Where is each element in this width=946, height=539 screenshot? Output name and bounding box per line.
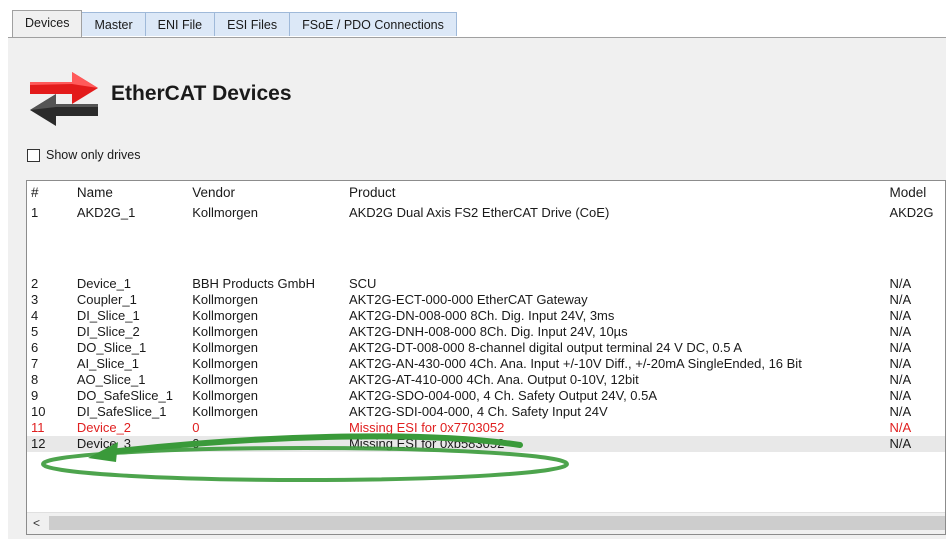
cell-model: N/A: [885, 436, 945, 452]
cell-number: 9: [31, 388, 39, 403]
cell-product: AKT2G-AN-430-000 4Ch. Ana. Input +/-10V …: [348, 356, 802, 371]
cell-product: Missing ESI for 0xb583052: [344, 436, 886, 452]
tab-master[interactable]: Master: [81, 12, 146, 36]
cell-number: 7: [31, 356, 39, 371]
cell-number: 11: [31, 420, 45, 435]
cell-product: AKT2G-AT-410-000 4Ch. Ana. Output 0-10V,…: [348, 372, 639, 387]
tab-esi-files[interactable]: ESI Files: [214, 12, 291, 36]
cell-model: AKD2G: [889, 204, 934, 220]
cell-vendor: 0: [192, 420, 200, 435]
cell-product: AKD2G Dual Axis FS2 EtherCAT Drive (CoE): [348, 204, 610, 220]
cell-product: AKT2G-DNH-008-000 8Ch. Dig. Input 24V, 1…: [348, 324, 628, 339]
horizontal-scrollbar[interactable]: <: [27, 512, 945, 534]
tab-eni-file[interactable]: ENI File: [144, 12, 216, 36]
cell-product: AKT2G-DN-008-000 8Ch. Dig. Input 24V, 3m…: [348, 308, 615, 323]
cell-vendor: Kollmorgen: [192, 372, 258, 387]
device-list: # Name Vendor Product Model 1 AKD2G_1 Ko…: [27, 181, 945, 452]
table-row[interactable]: 2 Device_1 BBH Products GmbH SCU N/A: [27, 276, 945, 292]
cell-model: N/A: [889, 388, 912, 403]
cell-number: 3: [31, 292, 39, 307]
cell-name: AI_Slice_1: [76, 356, 139, 371]
table-row[interactable]: 9 DO_SafeSlice_1 Kollmorgen AKT2G-SDO-00…: [27, 388, 945, 404]
cell-vendor: Kollmorgen: [192, 340, 258, 355]
cell-product: AKT2G-ECT-000-000 EtherCAT Gateway: [348, 292, 588, 307]
cell-vendor: Kollmorgen: [192, 204, 258, 220]
cell-number: 8: [31, 372, 39, 387]
ethercat-arrows-icon: [30, 72, 98, 126]
checkbox-label: Show only drives: [46, 148, 141, 162]
table-header-row: # Name Vendor Product Model: [27, 181, 945, 203]
cell-name: AKD2G_1: [76, 204, 136, 220]
cell-name: DI_Slice_2: [76, 324, 140, 339]
cell-name: Coupler_1: [76, 292, 137, 307]
column-header-product[interactable]: Product: [345, 181, 886, 203]
scroll-left-arrow-icon[interactable]: <: [33, 516, 40, 530]
cell-product: Missing ESI for 0x7703052: [348, 420, 505, 435]
cell-name: Device_1: [76, 276, 132, 291]
cell-name: AO_Slice_1: [76, 372, 146, 387]
page-title: EtherCAT Devices: [111, 82, 292, 105]
table-row[interactable]: 3 Coupler_1 Kollmorgen AKT2G-ECT-000-000…: [27, 292, 945, 308]
table-row[interactable]: 5 DI_Slice_2 Kollmorgen AKT2G-DNH-008-00…: [27, 324, 945, 340]
cell-model: N/A: [889, 292, 912, 307]
cell-number: 1: [31, 204, 39, 220]
devices-panel: EtherCAT Devices Show only drives # Name…: [8, 37, 946, 539]
cell-model: N/A: [889, 308, 912, 323]
cell-product: SCU: [348, 276, 377, 291]
cell-model: N/A: [889, 420, 912, 435]
cell-product: AKT2G-SDO-004-000, 4 Ch. Safety Output 2…: [348, 388, 658, 403]
show-only-drives-checkbox[interactable]: Show only drives: [27, 148, 141, 162]
table-row[interactable]: 8 AO_Slice_1 Kollmorgen AKT2G-AT-410-000…: [27, 372, 945, 388]
scroll-thumb[interactable]: [49, 516, 945, 530]
cell-name: Device_3: [72, 436, 189, 452]
cell-model: N/A: [889, 276, 912, 291]
table-row[interactable]: 10 DI_SafeSlice_1 Kollmorgen AKT2G-SDI-0…: [27, 404, 945, 420]
cell-name: DI_Slice_1: [76, 308, 140, 323]
cell-name: DI_SafeSlice_1: [76, 404, 167, 419]
cell-vendor: Kollmorgen: [192, 388, 258, 403]
cell-model: N/A: [889, 324, 912, 339]
cell-name: DO_SafeSlice_1: [76, 388, 173, 403]
table-row[interactable]: 6 DO_Slice_1 Kollmorgen AKT2G-DT-008-000…: [27, 340, 945, 356]
table-row-spacer: [27, 222, 945, 276]
cell-vendor: Kollmorgen: [192, 356, 258, 371]
cell-model: N/A: [889, 356, 912, 371]
cell-vendor: Kollmorgen: [192, 404, 258, 419]
table-row[interactable]: 7 AI_Slice_1 Kollmorgen AKT2G-AN-430-000…: [27, 356, 945, 372]
cell-name: DO_Slice_1: [76, 340, 147, 355]
tab-list: Devices Master ENI File ESI Files FSoE /…: [12, 10, 457, 38]
devices-table: # Name Vendor Product Model 1 AKD2G_1 Ko…: [26, 180, 946, 535]
cell-name: Device_2: [76, 420, 132, 435]
cell-vendor: 0: [188, 436, 345, 452]
tab-fsoe-pdo-connections[interactable]: FSoE / PDO Connections: [289, 12, 457, 36]
table-row[interactable]: 1 AKD2G_1 Kollmorgen AKD2G Dual Axis FS2…: [27, 203, 945, 222]
cell-number: 5: [31, 324, 39, 339]
cell-product: AKT2G-SDI-004-000, 4 Ch. Safety Input 24…: [348, 404, 608, 419]
cell-model: N/A: [889, 372, 912, 387]
table-row-error[interactable]: 11 Device_2 0 Missing ESI for 0x7703052 …: [27, 420, 945, 436]
cell-product: AKT2G-DT-008-000 8-channel digital outpu…: [348, 340, 743, 355]
column-header-model[interactable]: Model: [885, 181, 945, 203]
cell-vendor: Kollmorgen: [192, 324, 258, 339]
checkbox-box[interactable]: [27, 148, 40, 162]
cell-number: 2: [31, 276, 39, 291]
cell-model: N/A: [889, 340, 912, 355]
table-row-selected[interactable]: 12 Device_3 0 Missing ESI for 0xb583052 …: [27, 436, 945, 452]
cell-vendor: Kollmorgen: [192, 308, 258, 323]
tab-devices[interactable]: Devices: [12, 10, 83, 37]
column-header-name[interactable]: Name: [73, 181, 188, 203]
cell-number: 10: [31, 404, 46, 419]
tab-strip: Devices Master ENI File ESI Files FSoE /…: [0, 0, 946, 38]
cell-number: 6: [31, 340, 39, 355]
column-header-vendor[interactable]: Vendor: [188, 181, 345, 203]
cell-model: N/A: [889, 404, 912, 419]
cell-number: 4: [31, 308, 39, 323]
cell-vendor: Kollmorgen: [192, 292, 258, 307]
cell-vendor: BBH Products GmbH: [192, 276, 316, 291]
table-row[interactable]: 4 DI_Slice_1 Kollmorgen AKT2G-DN-008-000…: [27, 308, 945, 324]
cell-number: 12: [27, 436, 73, 452]
column-header-number[interactable]: #: [27, 181, 73, 203]
